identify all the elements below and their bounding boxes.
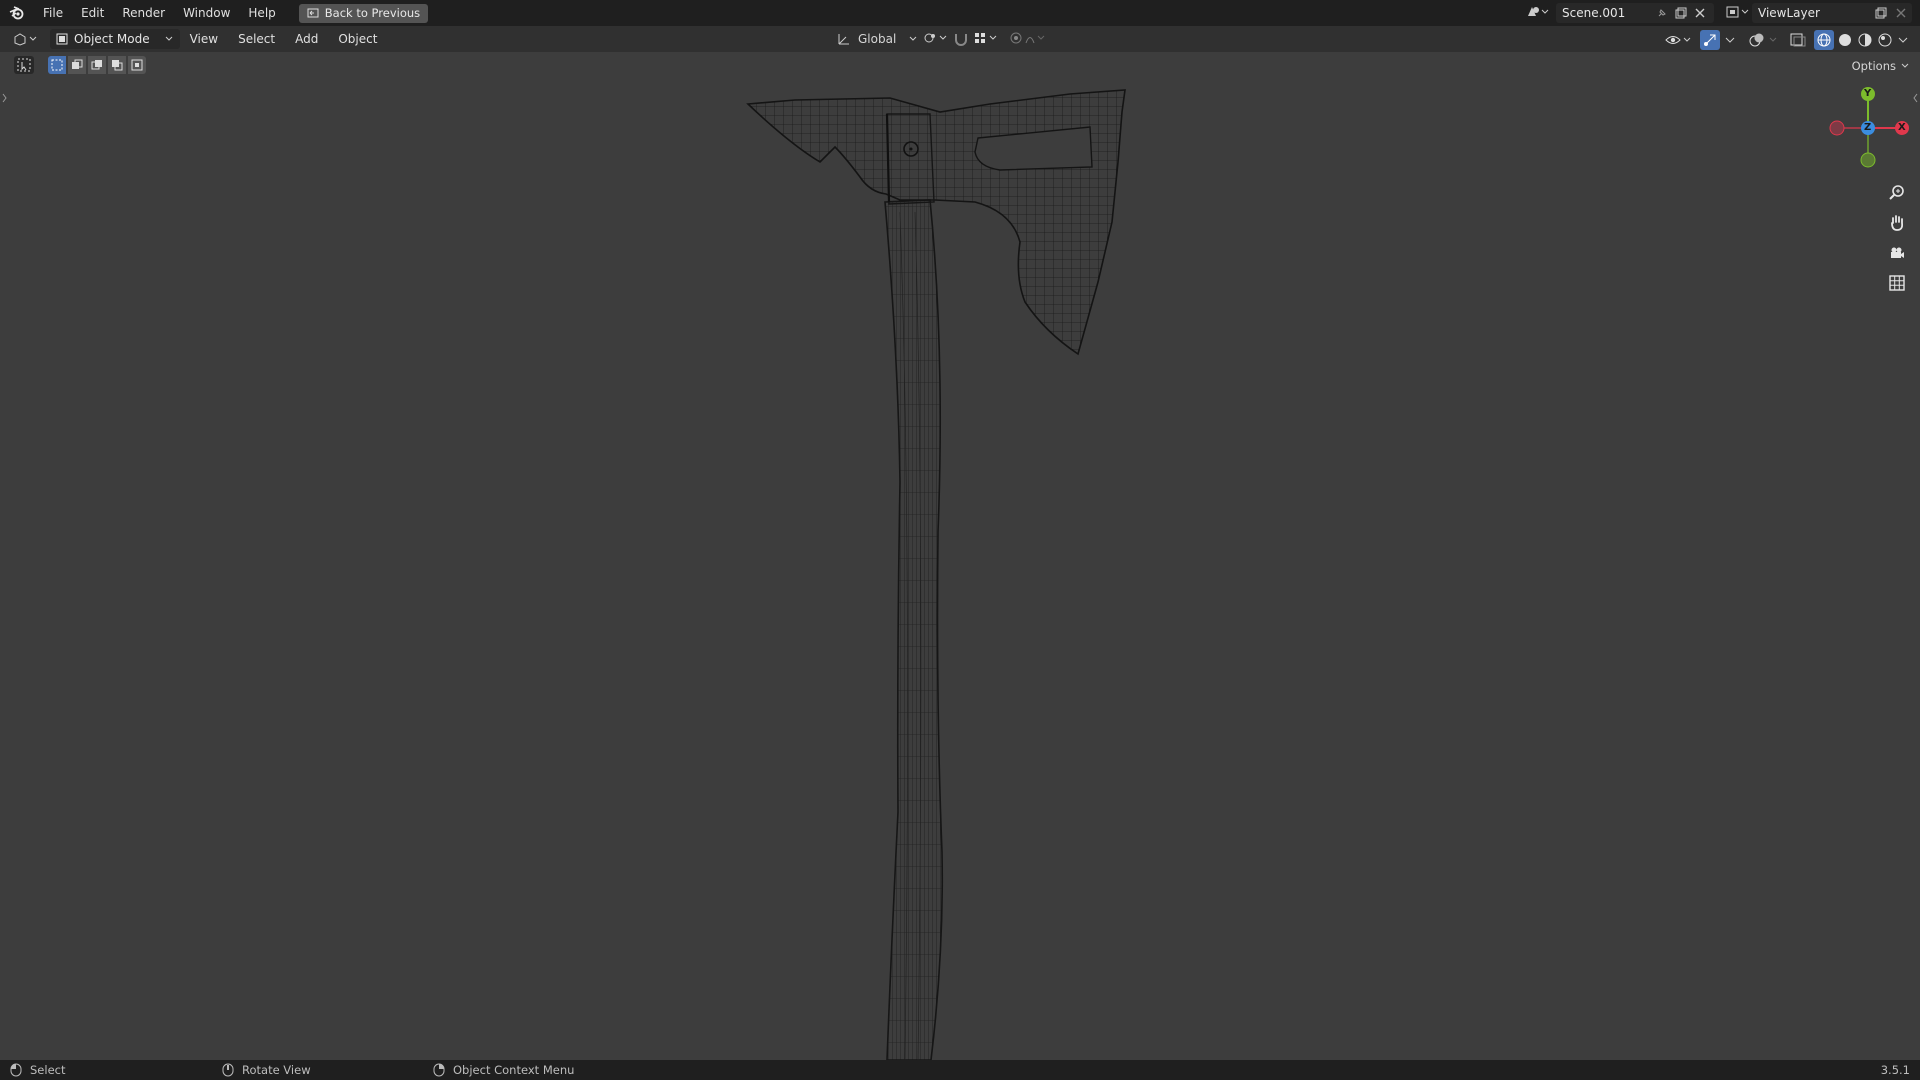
menu-object[interactable]: Object xyxy=(328,32,387,46)
snap-icon[interactable] xyxy=(952,30,970,46)
transform-orientation-label: Global xyxy=(858,32,897,46)
camera-view-button[interactable] xyxy=(1884,240,1910,266)
solid-shading-icon[interactable] xyxy=(1836,32,1854,48)
ortho-toggle-button[interactable] xyxy=(1884,270,1910,296)
transform-orientation-dropdown[interactable]: Global xyxy=(836,30,918,48)
pan-hand-icon xyxy=(1888,214,1906,232)
menu-window[interactable]: Window xyxy=(174,6,239,20)
grid-icon xyxy=(1888,274,1906,292)
scene-name: Scene.001 xyxy=(1562,6,1626,20)
blender-logo-icon[interactable] xyxy=(0,6,34,20)
mouse-right-icon xyxy=(433,1063,445,1077)
back-to-previous-label: Back to Previous xyxy=(324,6,421,20)
zoom-button[interactable] xyxy=(1884,180,1910,206)
status-select: Select xyxy=(10,1063,65,1077)
gizmo-z-label: Z xyxy=(1864,122,1872,133)
proportional-edit-icon[interactable] xyxy=(1008,30,1048,46)
pin-icon[interactable] xyxy=(1656,7,1668,19)
menu-select[interactable]: Select xyxy=(228,32,285,46)
menu-edit[interactable]: Edit xyxy=(72,6,113,20)
status-rotate: Rotate View xyxy=(222,1063,311,1077)
status-select-label: Select xyxy=(30,1063,66,1077)
rendered-shading-icon[interactable] xyxy=(1876,32,1894,48)
duplicate-icon[interactable] xyxy=(1674,6,1688,20)
menu-render[interactable]: Render xyxy=(113,6,174,20)
menu-file[interactable]: File xyxy=(34,6,72,20)
version-label: 3.5.1 xyxy=(1880,1063,1910,1077)
chevron-down-icon xyxy=(1900,62,1910,70)
back-icon xyxy=(307,8,319,18)
object-mode-dropdown[interactable]: Object Mode xyxy=(50,29,180,49)
axe-mesh[interactable] xyxy=(746,89,1126,1060)
object-mode-label: Object Mode xyxy=(74,32,150,46)
select-extend-icon[interactable] xyxy=(68,56,86,74)
object-mode-icon xyxy=(56,33,68,45)
close-icon[interactable] xyxy=(1895,7,1907,19)
select-tool-icon[interactable] xyxy=(14,56,34,74)
menu-view[interactable]: View xyxy=(180,32,228,46)
status-bar: Select Rotate View Object Context Menu 3… xyxy=(0,1060,1920,1080)
chevron-down-icon[interactable] xyxy=(1722,32,1738,48)
xray-icon[interactable] xyxy=(1788,32,1808,48)
chevron-down-icon[interactable] xyxy=(1896,32,1910,48)
back-to-previous-button[interactable]: Back to Previous xyxy=(298,3,429,23)
transform-orientation-icon xyxy=(836,31,852,47)
view-layer-selector[interactable]: ViewLayer xyxy=(1752,3,1912,23)
close-icon[interactable] xyxy=(1694,7,1706,19)
gizmo-icon[interactable] xyxy=(1700,30,1720,50)
select-intersect-icon[interactable] xyxy=(128,56,146,74)
viewport-header: Object Mode View Select Add Object Globa… xyxy=(0,26,1920,52)
gizmo-y-label: Y xyxy=(1864,88,1872,99)
options-dropdown[interactable]: Options xyxy=(1852,57,1910,75)
status-context-label: Object Context Menu xyxy=(453,1063,575,1077)
gizmo-x-label: X xyxy=(1898,122,1906,133)
material-shading-icon[interactable] xyxy=(1856,32,1874,48)
visibility-icon[interactable] xyxy=(1664,32,1694,48)
mouse-left-icon xyxy=(10,1063,22,1077)
chevron-down-icon xyxy=(908,35,918,43)
top-bar: File Edit Render Window Help Back to Pre… xyxy=(0,0,1920,26)
scene-icon[interactable] xyxy=(1524,4,1550,20)
pan-button[interactable] xyxy=(1884,210,1910,236)
3d-viewport[interactable]: Y X Z xyxy=(0,52,1920,1060)
editor-type-icon[interactable] xyxy=(12,31,40,47)
zoom-icon xyxy=(1888,184,1906,202)
status-context: Object Context Menu xyxy=(433,1063,574,1077)
status-rotate-label: Rotate View xyxy=(242,1063,311,1077)
mouse-middle-icon xyxy=(222,1063,234,1077)
options-label: Options xyxy=(1851,59,1896,73)
chevron-down-icon xyxy=(164,35,174,43)
select-new-icon[interactable] xyxy=(48,56,66,74)
scene-selector[interactable]: Scene.001 xyxy=(1556,3,1714,23)
wireframe-shading-icon[interactable] xyxy=(1814,30,1834,50)
view-layer-icon[interactable] xyxy=(1724,4,1750,20)
overlay-icon[interactable] xyxy=(1748,32,1782,48)
pivot-icon[interactable] xyxy=(922,30,950,46)
snap-target-icon[interactable] xyxy=(972,30,1000,46)
duplicate-icon[interactable] xyxy=(1874,6,1888,20)
select-subtract-icon[interactable] xyxy=(88,56,106,74)
tool-settings xyxy=(14,56,146,74)
menu-help[interactable]: Help xyxy=(239,6,284,20)
select-invert-icon[interactable] xyxy=(108,56,126,74)
view-layer-name: ViewLayer xyxy=(1758,6,1820,20)
menu-add[interactable]: Add xyxy=(285,32,328,46)
camera-icon xyxy=(1888,244,1906,262)
